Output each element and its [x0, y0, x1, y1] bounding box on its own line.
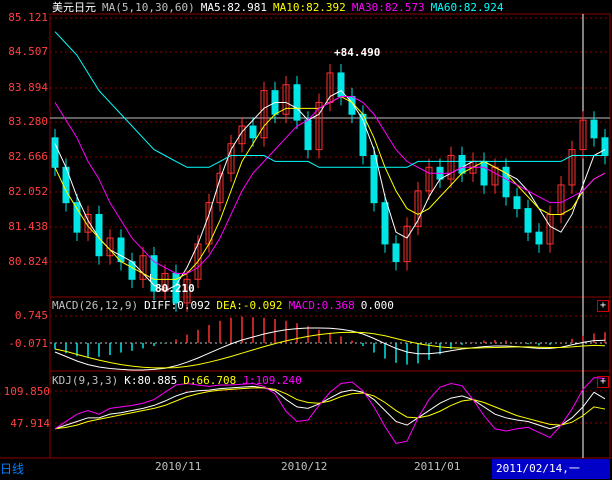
candle-body — [524, 208, 532, 233]
macd-zero: 0.000 — [360, 299, 394, 312]
macd-header: MACD(26,12,9) DIFF:0.092 DEA:-0.092 MACD:0.… — [52, 299, 400, 313]
candle-body — [304, 119, 312, 151]
add-indicator-button-kdj[interactable]: + — [597, 376, 609, 388]
price-ytick-label: 80.824 — [8, 255, 48, 268]
macd-diff: DIFF:0.092 — [144, 299, 211, 312]
candle-body — [392, 243, 400, 263]
low-marker: 80.210 — [150, 274, 195, 295]
high-marker: +84.490 — [334, 46, 381, 59]
kdj-k: K:80.885 — [124, 374, 178, 387]
kdj-j: J:109.240 — [242, 374, 302, 387]
candle-body — [590, 119, 598, 139]
candle-body — [535, 231, 543, 245]
xtick-label-0: 2010/11 — [155, 460, 202, 473]
candle-body — [513, 196, 521, 210]
ma5-value: MA5:82.981 — [200, 1, 267, 14]
high-label: 84.490 — [340, 46, 381, 59]
macd-ytick-0: 0.745 — [14, 309, 48, 322]
kdj-param: KDJ(9,3,3) — [52, 374, 119, 387]
cursor-date-box: 2011/02/14,一 — [492, 459, 610, 479]
price-ytick-label: 82.666 — [8, 150, 48, 163]
symbol-name: 美元日元 — [52, 1, 96, 14]
price-ytick-label: 82.052 — [8, 185, 48, 198]
chart-canvas[interactable] — [0, 0, 612, 480]
candle-body — [51, 137, 59, 168]
kdj-ytick-0: 109.850 — [3, 385, 50, 398]
macd-param: MACD(26,12,9) — [52, 299, 139, 312]
ma30-value: MA30:82.573 — [351, 1, 425, 14]
ma10-value: MA10:82.392 — [272, 1, 346, 14]
kdj-ytick-1: 47.914 — [10, 417, 50, 430]
price-ytick-label: 83.894 — [8, 81, 48, 94]
price-ytick-label: 85.121 — [8, 11, 48, 24]
candle-body — [73, 202, 81, 233]
ma60-value: MA60:82.924 — [430, 1, 504, 14]
macd-ytick-1: -0.071 — [8, 337, 48, 350]
candle-body — [480, 160, 488, 186]
macd-value: MACD:0.368 — [288, 299, 355, 312]
candle-body — [601, 137, 609, 156]
candle-body — [117, 237, 125, 263]
price-header: 美元日元 MA(5,10,30,60) MA5:82.981 MA10:82.392 M… — [52, 1, 510, 15]
kdj-d: D:66.708 — [183, 374, 237, 387]
macd-dea: DEA:-0.092 — [216, 299, 283, 312]
price-panel-frame — [49, 13, 611, 298]
candle-body — [370, 155, 378, 204]
add-indicator-button-macd[interactable]: + — [597, 300, 609, 312]
candle-body — [458, 155, 466, 174]
candle-body — [249, 125, 257, 139]
candle-body — [381, 202, 389, 245]
kdj-header: KDJ(9,3,3) K:80.885 D:66.708 J:109.240 — [52, 374, 308, 388]
candle-body — [293, 84, 301, 121]
price-ytick-label: 81.438 — [8, 220, 48, 233]
xtick-label-1: 2010/12 — [281, 460, 328, 473]
price-ytick-label: 84.507 — [8, 45, 48, 58]
ma-param: MA(5,10,30,60) — [102, 1, 195, 14]
low-label: 80.210 — [155, 282, 195, 295]
price-ytick-label: 83.280 — [8, 115, 48, 128]
xtick-label-2: 2011/01 — [414, 460, 461, 473]
period-tab-daily[interactable]: 日线 — [0, 459, 50, 479]
